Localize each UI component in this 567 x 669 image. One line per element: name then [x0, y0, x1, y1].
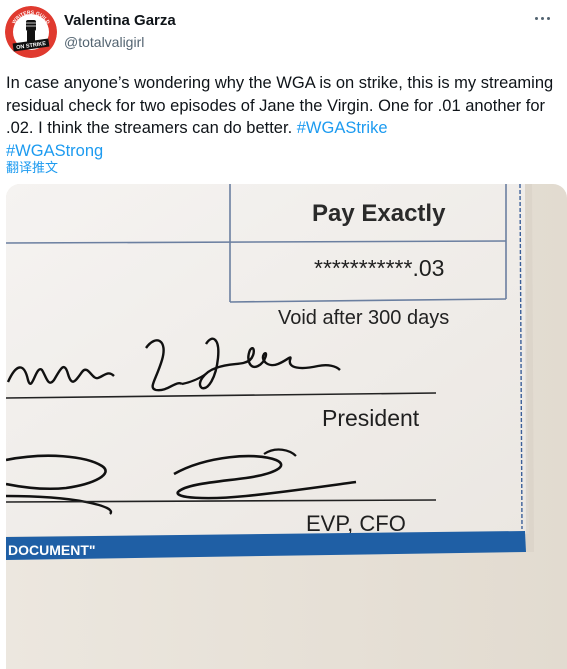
wga-strike-logo-icon: ON STRIKE WRITERS GUILD	[5, 6, 57, 58]
more-options-button[interactable]	[529, 8, 555, 28]
author-handle[interactable]: @totalvaligirl	[64, 34, 144, 50]
check-amount: ***********.03	[314, 255, 444, 281]
void-notice: Void after 300 days	[278, 307, 449, 329]
pay-exactly-label: Pay Exactly	[312, 200, 446, 227]
evp-cfo-label: EVP, CFO	[306, 511, 406, 536]
tweet-text: In case anyone’s wondering why the WGA i…	[6, 72, 554, 162]
avatar[interactable]: ON STRIKE WRITERS GUILD	[5, 6, 57, 58]
document-footer-text: DOCUMENT"	[8, 542, 96, 558]
president-label: President	[322, 405, 420, 431]
check-photo: Pay Exactly ***********.03 Void after 30…	[6, 184, 567, 669]
tweet-photo[interactable]: Pay Exactly ***********.03 Void after 30…	[6, 184, 567, 669]
author-display-name[interactable]: Valentina Garza	[64, 12, 176, 29]
more-horizontal-icon-dot	[546, 16, 550, 20]
translate-tweet-link[interactable]: 翻译推文	[6, 157, 58, 176]
more-horizontal-icon	[534, 16, 538, 20]
more-horizontal-icon-dot	[540, 16, 544, 20]
hashtag-link[interactable]: #WGAStrike	[297, 119, 388, 137]
tweet-body: In case anyone’s wondering why the WGA i…	[6, 74, 554, 137]
